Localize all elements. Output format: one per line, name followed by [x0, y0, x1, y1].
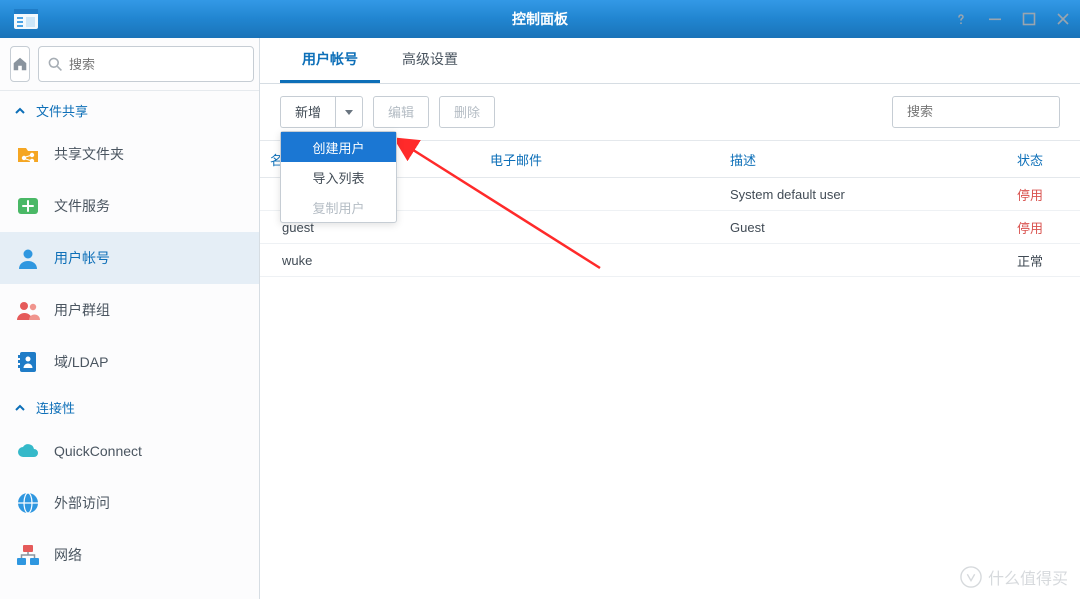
- sidebar-search[interactable]: [38, 46, 254, 82]
- close-button[interactable]: [1052, 8, 1074, 30]
- cell-name: wuke: [260, 253, 480, 268]
- table-header-status[interactable]: 状态: [980, 150, 1080, 169]
- sidebar-item-label: 域/LDAP: [54, 352, 108, 372]
- add-split-button: 新增: [280, 96, 363, 128]
- section-label: 文件共享: [36, 101, 88, 120]
- sidebar-search-input[interactable]: [69, 57, 245, 72]
- add-button[interactable]: 新增: [280, 96, 335, 128]
- user-icon: [14, 244, 42, 272]
- minimize-button[interactable]: [984, 8, 1006, 30]
- section-connectivity[interactable]: 连接性: [0, 388, 259, 425]
- toolbar: 新增 编辑 删除 创建用户 导入列表 复制用户: [260, 84, 1080, 140]
- table-header-email[interactable]: 电子邮件: [480, 150, 720, 169]
- cell-desc: Guest: [720, 220, 980, 235]
- cell-status: 停用: [980, 185, 1080, 204]
- tab-advanced[interactable]: 高级设置: [380, 37, 480, 83]
- network-icon: [14, 541, 42, 569]
- delete-button[interactable]: 删除: [439, 96, 495, 128]
- table-header-desc[interactable]: 描述: [720, 150, 980, 169]
- address-book-icon: [14, 348, 42, 376]
- sidebar-item-file-services[interactable]: 文件服务: [0, 180, 259, 232]
- sidebar-item-label: 外部访问: [54, 493, 110, 513]
- main-panel: 用户帐号 高级设置 新增 编辑 删除 创建用户 导入列表 复制用户: [260, 38, 1080, 599]
- edit-button[interactable]: 编辑: [373, 96, 429, 128]
- sidebar-item-label: QuickConnect: [54, 443, 142, 459]
- section-file-sharing[interactable]: 文件共享: [0, 91, 259, 128]
- globe-icon: [14, 489, 42, 517]
- add-dropdown-toggle[interactable]: [335, 96, 363, 128]
- sidebar-item-label: 用户群组: [54, 300, 110, 320]
- file-services-icon: [14, 192, 42, 220]
- dropdown-item-create-user[interactable]: 创建用户: [281, 132, 396, 162]
- sidebar-item-label: 用户帐号: [54, 248, 110, 268]
- table-search-input[interactable]: [907, 104, 1080, 119]
- sidebar-item-network[interactable]: 网络: [0, 529, 259, 581]
- folder-share-icon: [14, 140, 42, 168]
- sidebar-item-shared-folder[interactable]: 共享文件夹: [0, 128, 259, 180]
- control-panel-icon: [10, 5, 42, 33]
- cloud-icon: [14, 437, 42, 465]
- cell-desc: System default user: [720, 187, 980, 202]
- tab-user-account[interactable]: 用户帐号: [280, 37, 380, 83]
- cell-status: 正常: [980, 251, 1080, 270]
- caret-down-icon: [344, 107, 354, 117]
- sidebar-item-domain-ldap[interactable]: 域/LDAP: [0, 336, 259, 388]
- help-button[interactable]: [950, 8, 972, 30]
- sidebar-item-label: 网络: [54, 545, 82, 565]
- chevron-up-icon: [14, 402, 26, 414]
- sidebar: 文件共享 共享文件夹 文件服务 用户帐号 用户群组 域/LDAP: [0, 38, 260, 599]
- add-dropdown-menu: 创建用户 导入列表 复制用户: [280, 131, 397, 223]
- section-label: 连接性: [36, 398, 75, 417]
- users-icon: [14, 296, 42, 324]
- window-title: 控制面板: [0, 9, 1080, 29]
- chevron-up-icon: [14, 105, 26, 117]
- cell-status: 停用: [980, 218, 1080, 237]
- sidebar-item-quickconnect[interactable]: QuickConnect: [0, 425, 259, 477]
- home-button[interactable]: [10, 46, 30, 82]
- sidebar-item-external-access[interactable]: 外部访问: [0, 477, 259, 529]
- sidebar-item-label: 共享文件夹: [54, 144, 124, 164]
- table-row[interactable]: wuke 正常: [260, 244, 1080, 277]
- dropdown-item-import-list[interactable]: 导入列表: [281, 162, 396, 192]
- table-search[interactable]: [892, 96, 1060, 128]
- search-icon: [47, 56, 63, 72]
- dropdown-item-copy-user: 复制用户: [281, 192, 396, 222]
- sidebar-item-label: 文件服务: [54, 196, 110, 216]
- tabs: 用户帐号 高级设置: [260, 38, 1080, 84]
- sidebar-item-user-group[interactable]: 用户群组: [0, 284, 259, 336]
- maximize-button[interactable]: [1018, 8, 1040, 30]
- window-titlebar: 控制面板: [0, 0, 1080, 38]
- sidebar-item-user-account[interactable]: 用户帐号: [0, 232, 259, 284]
